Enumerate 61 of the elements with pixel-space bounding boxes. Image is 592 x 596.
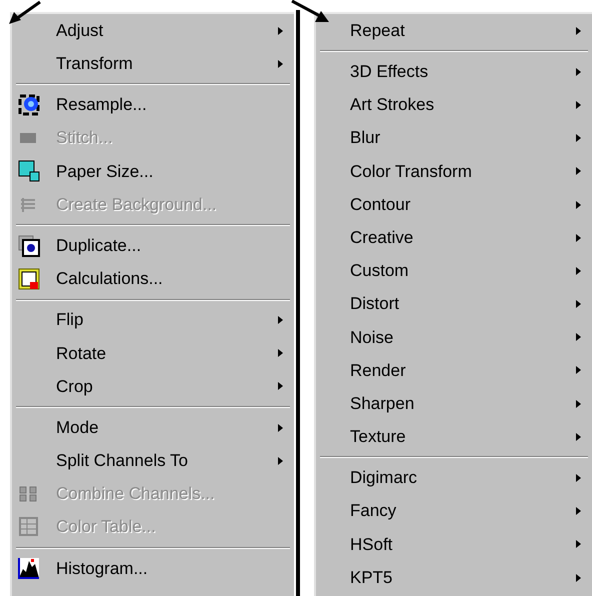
pointer-arrow-icon — [290, 0, 330, 24]
submenu-arrow-icon — [575, 365, 582, 376]
submenu-arrow-icon — [277, 381, 284, 392]
menu-item[interactable]: Crop — [56, 374, 277, 400]
submenu-arrow-icon — [575, 506, 582, 516]
menu-item[interactable]: Distort — [350, 291, 575, 317]
submenu-arrow-icon — [575, 432, 582, 442]
submenu-arrow-icon — [277, 58, 284, 69]
submenu-arrow-icon — [575, 572, 582, 583]
menu-item[interactable]: Transform — [56, 51, 277, 77]
menu-item[interactable]: Contour — [350, 192, 575, 218]
menu-item[interactable]: Creative — [350, 224, 575, 250]
menu-item[interactable]: Digimarc — [350, 465, 575, 491]
menu-item[interactable]: Resample... — [56, 92, 284, 118]
menu-item[interactable]: Histogram... — [56, 556, 284, 582]
submenu-arrow-icon — [575, 398, 582, 409]
menu-item[interactable]: Split Channels To — [56, 448, 277, 474]
submenu-arrow-icon — [277, 315, 284, 326]
submenu-arrow-icon — [575, 539, 582, 550]
menu-item[interactable]: Color Transform — [350, 158, 575, 184]
submenu-arrow-icon — [575, 166, 582, 176]
menu-item[interactable]: Blur — [350, 125, 575, 151]
submenu-arrow-icon — [575, 332, 582, 342]
submenu-arrow-icon — [277, 422, 284, 433]
submenu-arrow-icon — [575, 100, 582, 110]
submenu-arrow-icon — [575, 200, 582, 210]
duplicate-icon — [18, 234, 40, 257]
menu-item[interactable]: KPT5 — [350, 564, 575, 590]
histogram-icon — [18, 557, 40, 580]
submenu-arrow-icon — [575, 473, 582, 484]
menu-item[interactable]: Sharpen — [350, 390, 575, 416]
menu-item[interactable]: Calculations... — [56, 266, 284, 292]
menu-item[interactable]: Custom — [350, 258, 575, 284]
menu-item[interactable]: Repeat — [350, 18, 575, 44]
menu-item[interactable]: Texture — [350, 424, 575, 450]
menu-item[interactable]: Render — [350, 358, 575, 384]
menu-item[interactable]: Paper Size... — [56, 158, 284, 184]
submenu-arrow-icon — [277, 348, 284, 358]
menu-item[interactable]: Adjust — [56, 18, 277, 44]
table-icon — [18, 516, 40, 538]
submenu-arrow-icon — [575, 26, 582, 36]
calculator-icon — [18, 268, 40, 290]
submenu-arrow-icon — [575, 66, 582, 77]
resample-icon — [18, 94, 40, 116]
submenu-arrow-icon — [575, 232, 582, 243]
submenu-arrow-icon — [277, 26, 284, 36]
submenu-arrow-icon — [575, 266, 582, 276]
menu-item[interactable]: Fancy — [350, 498, 575, 524]
menu-item[interactable]: HSoft — [350, 532, 575, 558]
submenu-arrow-icon — [277, 456, 284, 466]
menu-item[interactable]: Flip — [56, 307, 277, 333]
menu-item[interactable]: Noise — [350, 324, 575, 350]
paper-size-icon — [18, 160, 40, 182]
menu-item[interactable]: 3D Effects — [350, 59, 575, 85]
menu-item[interactable]: Art Strokes — [350, 92, 575, 118]
menu-item[interactable]: Mode — [56, 414, 277, 440]
submenu-arrow-icon — [575, 299, 582, 310]
menu-item[interactable]: Rotate — [56, 340, 277, 366]
pointer-arrow-icon — [8, 0, 42, 26]
menu-item[interactable]: Duplicate... — [56, 232, 284, 258]
submenu-arrow-icon — [575, 133, 582, 144]
